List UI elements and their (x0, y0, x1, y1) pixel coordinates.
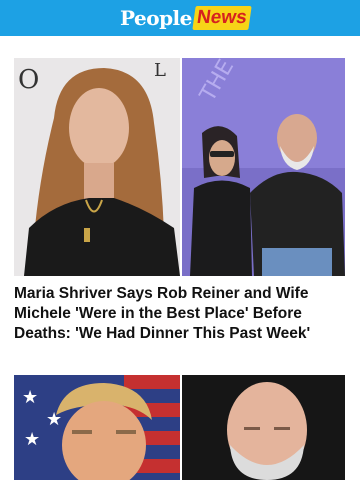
svg-text:★: ★ (24, 429, 40, 450)
svg-text:L: L (154, 60, 166, 81)
svg-text:★: ★ (22, 387, 38, 408)
svg-text:O: O (18, 65, 39, 95)
article-image-woman-portrait[interactable]: O L (14, 58, 180, 276)
people-news-logo[interactable]: People News (120, 5, 252, 31)
man-flag-background-photo: ★ ★ ★ (14, 375, 180, 480)
article-image-couple[interactable]: THE (182, 58, 345, 276)
couple-event-photo: THE (182, 58, 345, 276)
woman-portrait-photo: O L (14, 58, 180, 276)
bald-man-portrait-photo (182, 375, 345, 480)
logo-people-text: People (120, 6, 192, 30)
app-header: People News (0, 0, 360, 36)
article-thumbnail-bald-man[interactable] (182, 375, 345, 480)
logo-news-badge: News (192, 6, 252, 30)
article-thumbnail-flag-portrait[interactable]: ★ ★ ★ (14, 375, 180, 480)
article-headline[interactable]: Maria Shriver Says Rob Reiner and Wife M… (14, 284, 348, 344)
